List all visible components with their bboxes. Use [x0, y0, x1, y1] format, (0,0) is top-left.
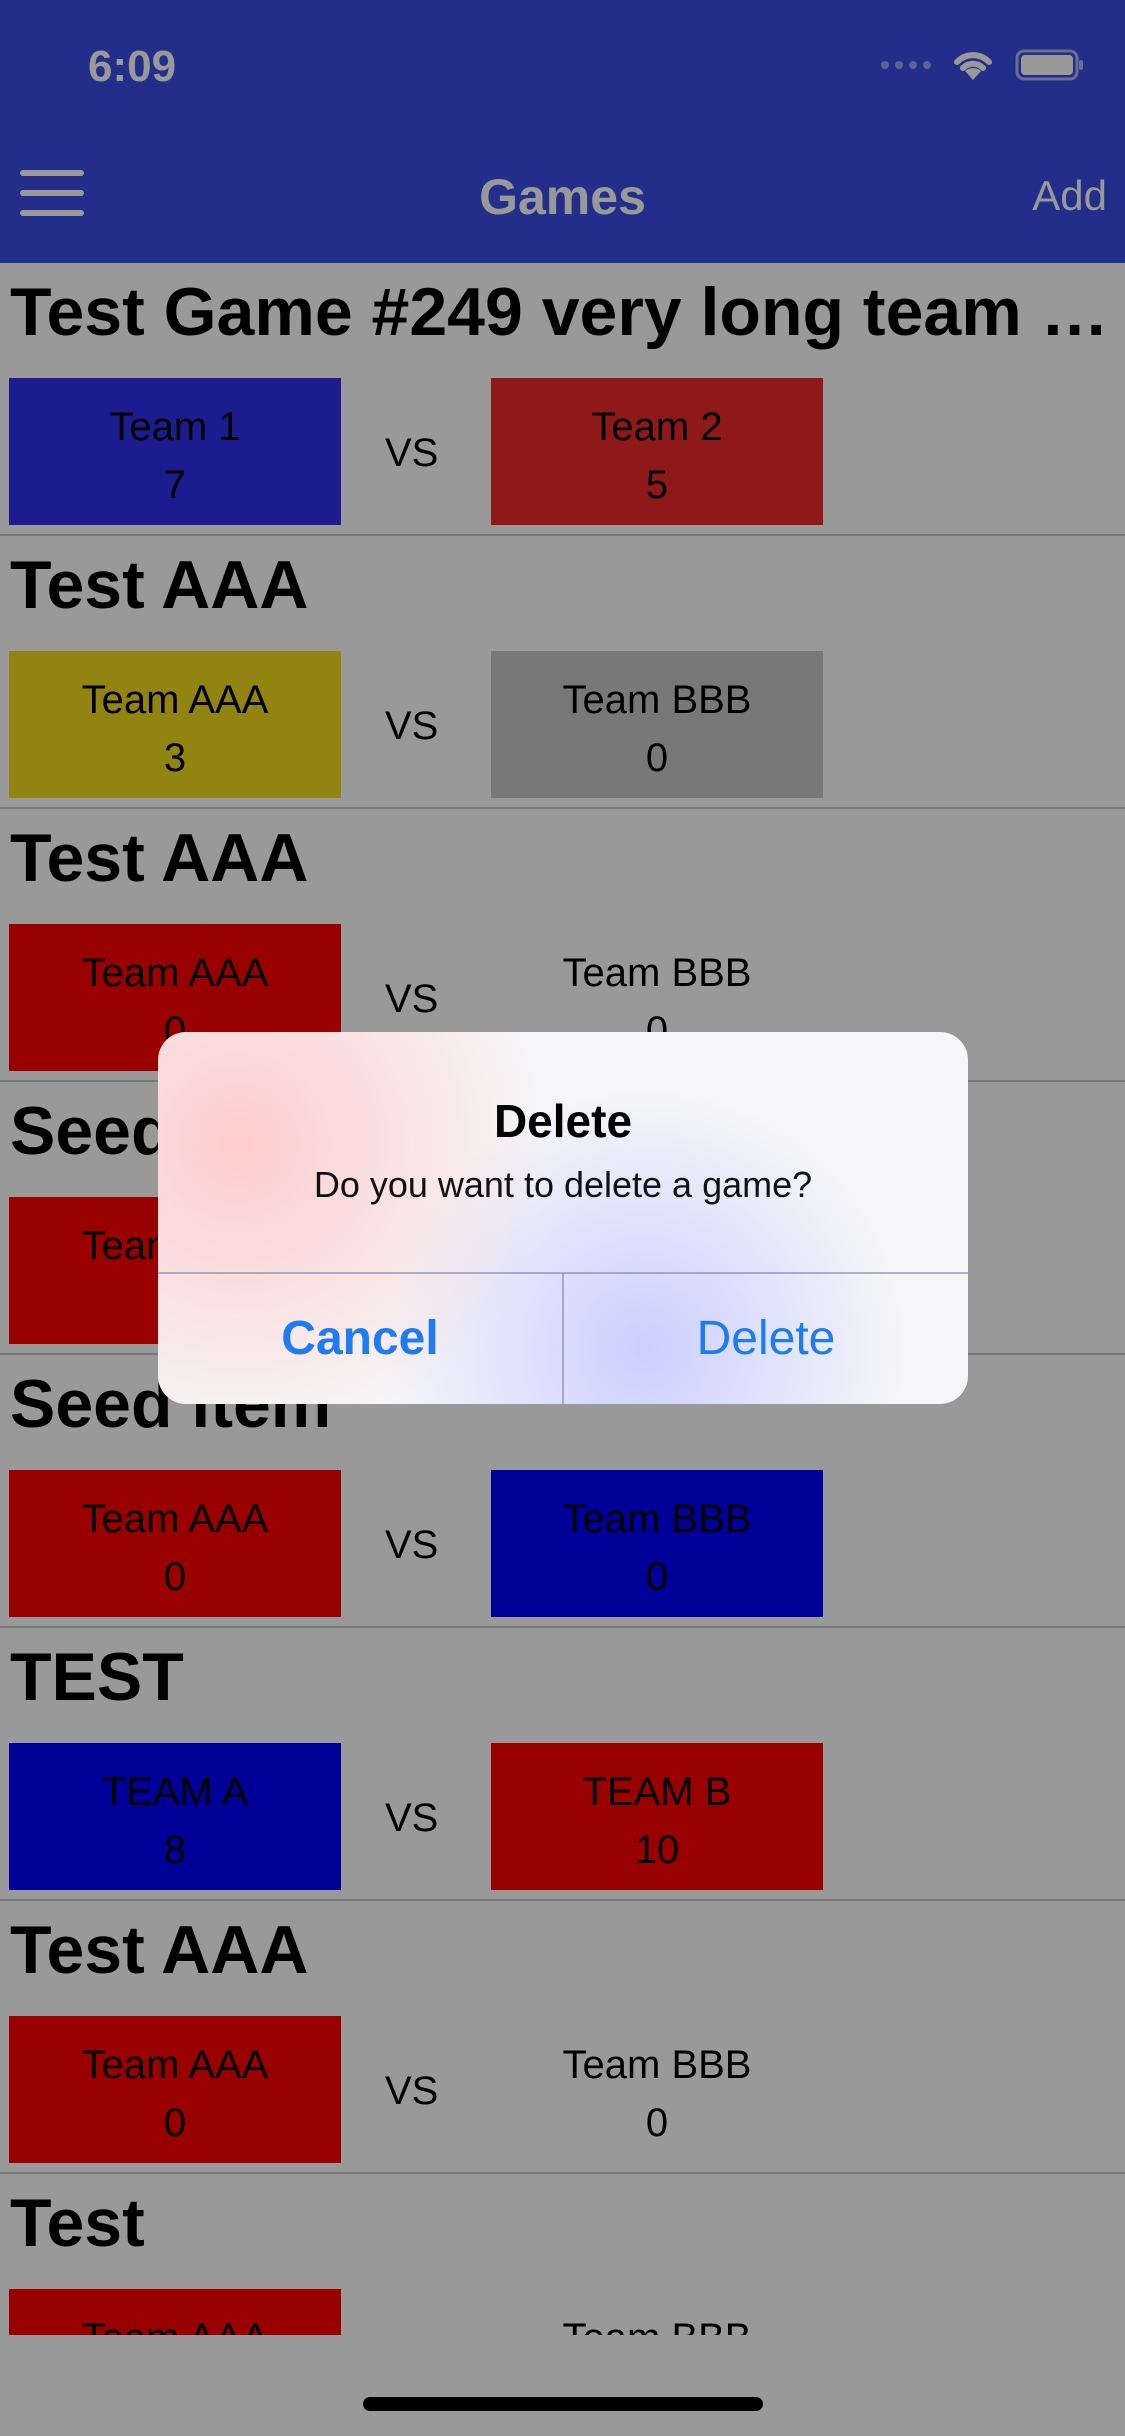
delete-alert-dialog: Delete Do you want to delete a game? Can… [158, 1032, 968, 1404]
delete-button[interactable]: Delete [564, 1274, 968, 1404]
alert-message: Do you want to delete a game? [313, 1164, 813, 1205]
home-indicator[interactable] [363, 2397, 763, 2411]
cancel-button[interactable]: Cancel [158, 1274, 562, 1404]
alert-title: Delete [493, 1095, 633, 1147]
